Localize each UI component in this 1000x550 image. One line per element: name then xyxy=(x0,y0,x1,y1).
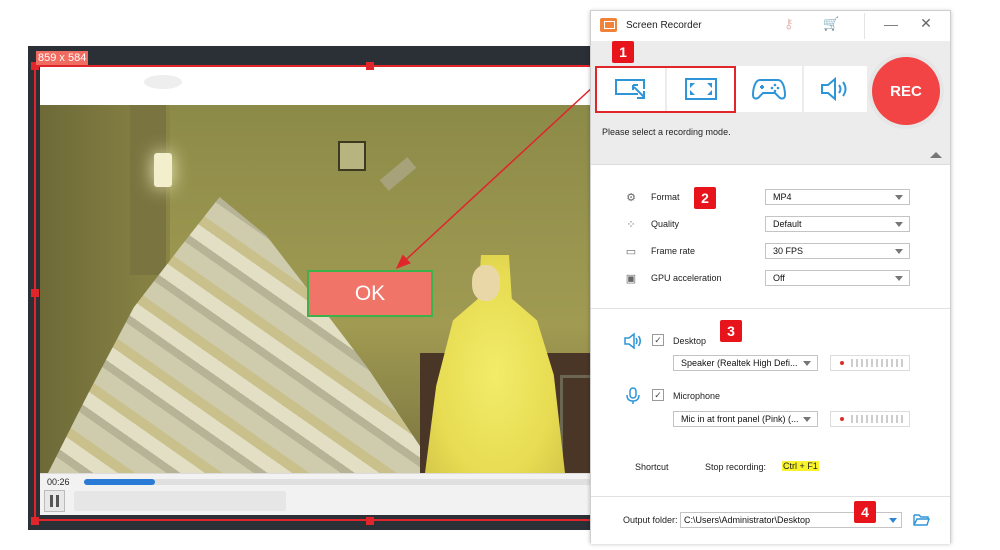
shortcut-label: Shortcut xyxy=(635,462,669,472)
microphone-icon xyxy=(626,387,640,404)
player-control-strip xyxy=(74,491,286,511)
playback-time: 00:26 xyxy=(47,477,70,487)
desktop-audio-checkbox[interactable]: ✓ xyxy=(652,334,664,346)
microphone-label: Microphone xyxy=(673,391,721,401)
collapse-triangle-icon[interactable] xyxy=(930,152,942,158)
pause-icon-bar xyxy=(50,495,53,507)
mode-hint-text: Please select a recording mode. xyxy=(602,127,731,137)
frame-rate-icon: ▭ xyxy=(625,246,637,258)
player-logo xyxy=(144,75,182,89)
fullscreen-mode-button[interactable] xyxy=(667,66,734,112)
screen-recorder-window: Screen Recorder ⚷ 🛒 — ✕ 1 REC Please sel… xyxy=(590,10,951,544)
frame-rate-label: Frame rate xyxy=(651,246,696,256)
quality-dropdown[interactable]: Default xyxy=(765,216,910,232)
scene-lamp xyxy=(154,153,172,187)
level-bars xyxy=(851,359,903,367)
frame-rate-dropdown[interactable]: 30 FPS xyxy=(765,243,910,259)
ok-button[interactable]: OK xyxy=(307,270,433,317)
cart-icon[interactable]: 🛒 xyxy=(823,16,839,32)
title-divider xyxy=(864,13,865,39)
player-controls: 00:26 xyxy=(40,473,596,515)
scene-flying-paper xyxy=(379,157,417,191)
region-size-label: 859 x 584 xyxy=(36,51,89,65)
level-dot xyxy=(840,417,844,421)
pause-icon-bar xyxy=(56,495,59,507)
microphone-level-meter xyxy=(830,411,910,427)
stop-recording-label: Stop recording: xyxy=(705,462,767,472)
minimize-button[interactable]: — xyxy=(883,16,899,32)
scene-face xyxy=(472,265,500,301)
quality-label: Quality xyxy=(651,219,680,229)
app-logo-icon xyxy=(600,18,617,32)
game-mode-button[interactable] xyxy=(736,66,802,112)
output-footer: Output folder: C:\Users\Administrator\De… xyxy=(591,496,950,544)
rec-button[interactable]: REC xyxy=(872,57,940,125)
gpu-row: ▣ GPU acceleration Off xyxy=(591,269,950,289)
quality-icon: ⁘ xyxy=(626,219,636,231)
scene-chair xyxy=(560,375,590,473)
seek-bar[interactable] xyxy=(84,479,594,485)
desktop-audio-label: Desktop xyxy=(673,336,707,346)
region-select-icon xyxy=(615,79,645,99)
seek-progress xyxy=(84,479,156,485)
frame-rate-row: ▭ Frame rate 30 FPS xyxy=(591,242,950,262)
resize-handle-bottom[interactable] xyxy=(366,517,374,525)
stop-hotkey: Ctrl + F1 xyxy=(782,461,819,471)
resize-handle-top[interactable] xyxy=(366,62,374,70)
resize-handle-bottom-left[interactable] xyxy=(31,517,39,525)
gamepad-icon xyxy=(752,79,786,100)
resize-handle-left[interactable] xyxy=(31,289,39,297)
gpu-dropdown[interactable]: Off xyxy=(765,270,910,286)
scene-picture-frame xyxy=(338,141,366,171)
quality-row: ⁘ Quality Default xyxy=(591,215,950,235)
microphone-checkbox[interactable]: ✓ xyxy=(652,389,664,401)
level-bars xyxy=(851,415,903,423)
level-dot xyxy=(840,361,844,365)
recording-mode-panel: 1 REC Please select a recording mode. xyxy=(591,41,950,165)
speaker-icon xyxy=(820,76,846,102)
key-icon[interactable]: ⚷ xyxy=(784,16,794,32)
format-label: Format xyxy=(651,192,680,202)
scene-pillar xyxy=(130,105,166,275)
format-row: ⚙ Format MP4 xyxy=(591,188,950,208)
fullscreen-icon xyxy=(684,78,717,100)
output-folder-dropdown-icon[interactable] xyxy=(889,518,897,523)
format-dropdown[interactable]: MP4 xyxy=(765,189,910,205)
title-bar: Screen Recorder ⚷ 🛒 — ✕ xyxy=(591,11,950,41)
desktop-audio-icon xyxy=(624,332,641,350)
close-button[interactable]: ✕ xyxy=(918,15,934,31)
app-title: Screen Recorder xyxy=(626,20,702,31)
output-folder-path: C:\Users\Administrator\Desktop xyxy=(684,515,811,525)
section-divider xyxy=(591,308,950,309)
step-badge-1: 1 xyxy=(612,41,634,63)
step-badge-4: 4 xyxy=(854,501,876,523)
pause-button[interactable] xyxy=(44,490,65,512)
microphone-device-dropdown[interactable]: Mic in at front panel (Pink) (... xyxy=(673,411,818,427)
gpu-icon: ▣ xyxy=(625,273,637,285)
player-top-bar xyxy=(40,67,596,105)
audio-mode-button[interactable] xyxy=(804,66,867,112)
format-icon: ⚙ xyxy=(626,192,636,204)
step-badge-3: 3 xyxy=(720,320,742,342)
output-folder-label: Output folder: xyxy=(623,515,678,525)
folder-icon[interactable] xyxy=(913,513,930,526)
desktop-level-meter xyxy=(830,355,910,371)
desktop-device-dropdown[interactable]: Speaker (Realtek High Defi... xyxy=(673,355,818,371)
region-mode-button[interactable] xyxy=(597,66,665,112)
gpu-label: GPU acceleration xyxy=(651,273,722,283)
screen: OK 00:26 859 x 584 Screen Recorder ⚷ 🛒 —… xyxy=(0,0,1000,550)
